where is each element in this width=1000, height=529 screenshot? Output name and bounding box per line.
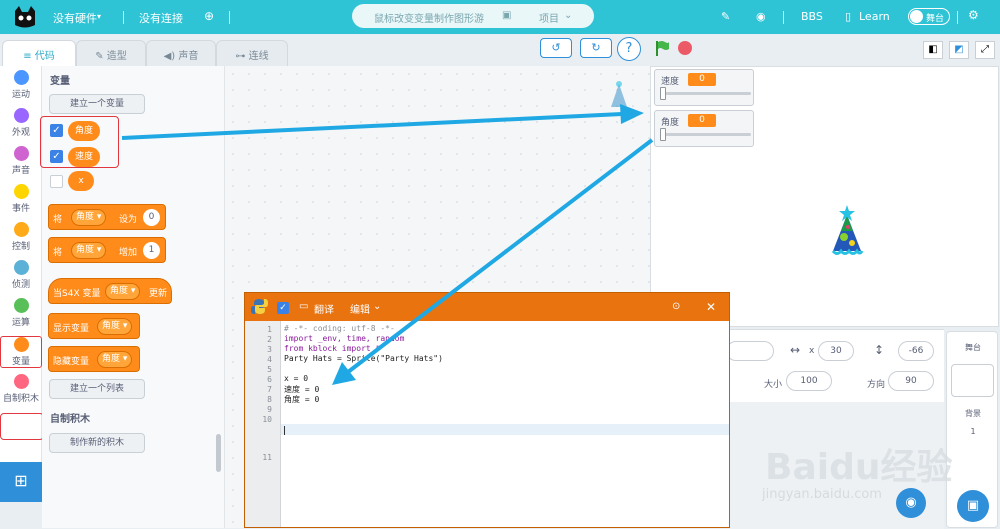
arrow-to-code [346, 138, 654, 374]
watermark-url: jingyan.baidu.com [762, 487, 882, 502]
watermark-logo: Baidu经验 [765, 447, 953, 488]
arrow-head [332, 362, 356, 385]
arrow-head [620, 104, 644, 124]
arrow-to-monitors [121, 112, 623, 140]
